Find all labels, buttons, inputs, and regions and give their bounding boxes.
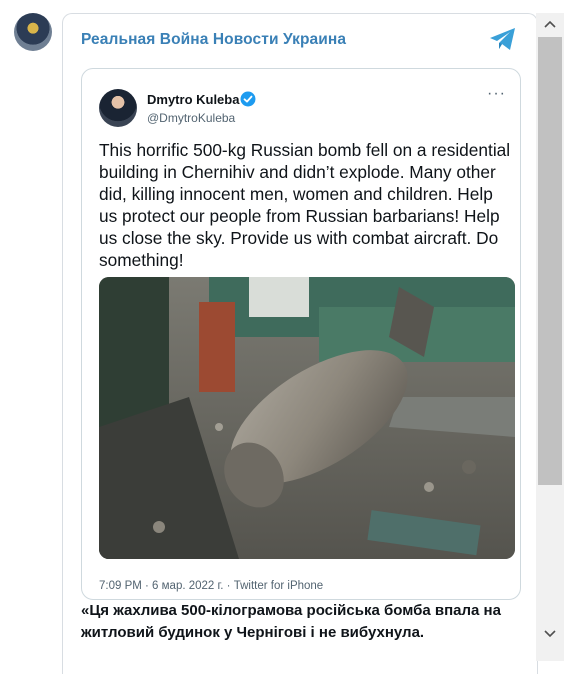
tweet-author-handle[interactable]: @DmytroKuleba — [147, 111, 235, 125]
chevron-up-icon — [544, 20, 556, 28]
chevron-down-icon — [544, 630, 556, 638]
bomb-photo-illustration — [99, 277, 515, 559]
message-card: Реальная Война Новости Украина Dmytro Ku… — [62, 13, 538, 674]
tweet-author-avatar[interactable] — [99, 89, 137, 127]
tweet-author-name[interactable]: Dmytro Kuleba — [147, 92, 239, 107]
telegram-icon[interactable] — [489, 27, 517, 51]
scroll-down-button[interactable] — [536, 623, 564, 645]
scrollbar-thumb[interactable] — [538, 37, 562, 485]
verified-badge-icon — [240, 91, 256, 107]
channel-avatar[interactable] — [14, 13, 52, 51]
tweet-footer: 7:09 PM · 6 мар. 2022 г. · Twitter for i… — [99, 580, 324, 592]
tweet-text: This horrific 500-kg Russian bomb fell o… — [99, 140, 511, 270]
message-caption: «Ця жахлива 500-кілограмова російська бо… — [81, 602, 501, 641]
more-options-icon[interactable]: ··· — [487, 85, 506, 103]
scroll-up-button[interactable] — [536, 13, 564, 35]
channel-title[interactable]: Реальная Война Новости Украина — [81, 31, 346, 49]
embedded-tweet[interactable]: Dmytro Kuleba @DmytroKuleba ··· This hor… — [81, 68, 521, 600]
scrollbar[interactable] — [536, 13, 564, 661]
tweet-photo[interactable] — [99, 277, 515, 559]
